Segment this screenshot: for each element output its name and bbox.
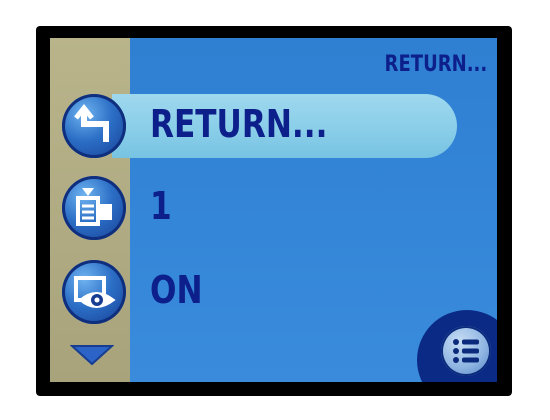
return-arrow-icon[interactable]: [62, 94, 126, 158]
chevron-down-icon[interactable]: [69, 344, 115, 366]
screen-header-title: RETURN...: [384, 52, 487, 77]
camera-lcd-screen: RETURN... RETURN... 1 ON: [50, 38, 497, 382]
menu-item-value: ON: [150, 268, 203, 312]
list-menu-icon[interactable]: [441, 326, 491, 376]
eye-view-icon[interactable]: [62, 260, 126, 324]
menu-item-print-quantity[interactable]: 1: [50, 176, 497, 240]
print-quantity-icon[interactable]: [62, 176, 126, 240]
menu-item-label: RETURN...: [150, 102, 328, 146]
menu-item-return[interactable]: RETURN...: [50, 94, 497, 158]
menu-item-value: 1: [150, 184, 172, 228]
menu-item-review[interactable]: ON: [50, 260, 497, 324]
